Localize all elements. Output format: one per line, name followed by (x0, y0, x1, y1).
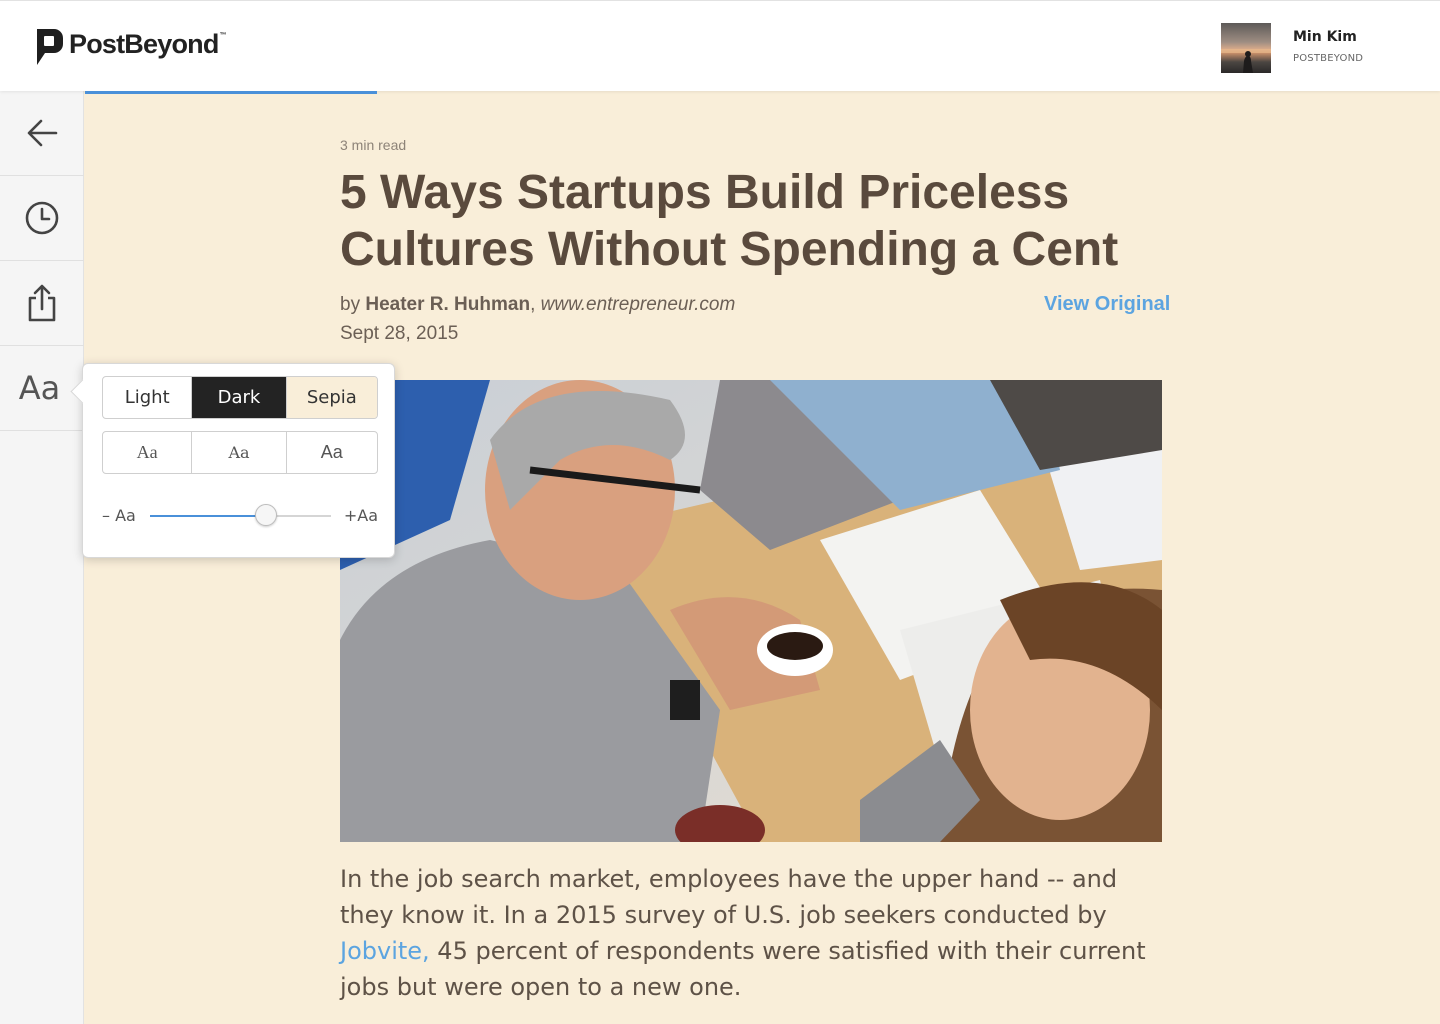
theme-selector: Light Dark Sepia (102, 376, 378, 419)
author-name: Heater R. Huhman (365, 294, 531, 315)
font-option-3[interactable]: Aa (287, 432, 377, 473)
byline-separator: , (530, 294, 541, 315)
font-size-slider-handle[interactable] (254, 504, 277, 526)
user-name[interactable]: Min Kim (1293, 29, 1357, 45)
font-size-slider-track[interactable] (150, 504, 331, 526)
font-option-1[interactable]: Aa (103, 432, 193, 473)
clock-icon (25, 201, 59, 235)
article-title: 5 Ways Startups Build Priceless Cultures… (340, 166, 1119, 276)
postbeyond-logo-icon (37, 29, 63, 65)
article-hero-image (340, 380, 1162, 842)
back-button[interactable] (0, 91, 84, 176)
font-size-control: – Aa +Aa (102, 504, 378, 528)
increase-size-label[interactable]: +Aa (344, 506, 378, 525)
article-body: In the job search market, employees have… (340, 861, 1170, 1005)
byline: by Heater R. Huhman, www.entrepreneur.co… (340, 294, 735, 316)
source-site: www.entrepreneur.com (540, 294, 736, 315)
text-settings-button[interactable]: Aa (0, 346, 84, 431)
text-settings-label: Aa (18, 369, 61, 407)
reading-progress-bar (85, 91, 377, 94)
user-org: POSTBEYOND (1293, 53, 1364, 64)
sidebar: Aa (0, 91, 84, 1024)
theme-light-option[interactable]: Light (103, 377, 193, 418)
jobvite-link[interactable]: Jobvite, (340, 937, 430, 965)
byline-prefix: by (340, 294, 366, 315)
brand-name: PostBeyond™ (69, 28, 227, 59)
body-text-start: In the job search market, employees have… (340, 865, 1118, 929)
arrow-left-icon (27, 119, 58, 147)
top-header: PostBeyond™ Min Kim POSTBEYOND (0, 0, 1440, 91)
publish-date: Sept 28, 2015 (340, 323, 459, 344)
decrease-size-label[interactable]: – Aa (102, 506, 136, 525)
reader-settings-popover: Light Dark Sepia Aa Aa Aa – Aa +Aa (70, 363, 395, 558)
share-icon (28, 284, 56, 322)
font-size-slider-fill (150, 515, 266, 517)
avatar[interactable] (1221, 23, 1271, 73)
history-button[interactable] (0, 176, 84, 261)
font-option-2[interactable]: Aa (192, 432, 287, 473)
theme-sepia-option[interactable]: Sepia (286, 377, 377, 418)
font-selector: Aa Aa Aa (102, 431, 378, 474)
body-text-end: 45 percent of respondents were satisfied… (340, 937, 1146, 1001)
read-time: 3 min read (340, 137, 407, 153)
theme-dark-option[interactable]: Dark (192, 377, 287, 418)
share-button[interactable] (0, 261, 84, 346)
view-original-link[interactable]: View Original (1044, 293, 1170, 316)
postbeyond-logo[interactable]: PostBeyond™ (34, 27, 227, 67)
